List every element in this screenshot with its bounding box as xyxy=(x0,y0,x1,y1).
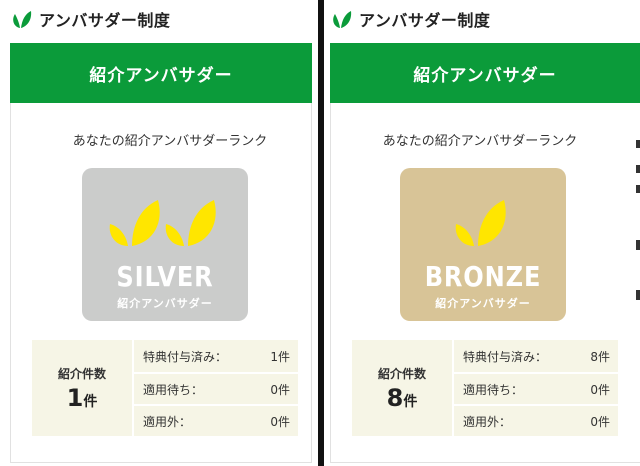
page-title: アンバサダー制度 xyxy=(39,11,171,30)
breakdown-label: 適用待ち： xyxy=(143,382,204,397)
referral-total-unit: 件 xyxy=(83,394,98,410)
referral-total-label: 紹介件数 xyxy=(377,367,426,381)
offscreen-content-fragment xyxy=(636,185,640,193)
badge-subtitle: 紹介アンバサダー xyxy=(435,297,531,310)
breakdown-value: 1件 xyxy=(270,349,290,364)
referral-total: 紹介件数 8件 xyxy=(352,340,452,436)
breakdown-value: 8件 xyxy=(590,349,610,364)
referral-total-value: 1 xyxy=(66,384,84,412)
page-title: アンバサダー制度 xyxy=(359,11,491,30)
referral-breakdown: 特典付与済み： 1件 適用待ち： 0件 適用外： 0件 xyxy=(134,340,298,436)
referral-stats: 紹介件数 8件 特典付与済み： 8件 適用待ち： 0件 適用外： 0件 xyxy=(352,340,618,436)
referral-total: 紹介件数 1件 xyxy=(32,340,132,436)
rank-heading: あなたの紹介アンバサダーランク xyxy=(382,134,578,149)
breakdown-row-pending: 適用待ち： 0件 xyxy=(134,372,298,404)
offscreen-content-fragment xyxy=(636,240,640,250)
double-leaf-mark-icon xyxy=(109,200,216,246)
leaf-icon xyxy=(333,11,352,28)
ambassador-banner: 紹介アンバサダー xyxy=(330,43,640,103)
breakdown-value: 0件 xyxy=(590,414,610,429)
breakdown-row-excluded: 適用外： 0件 xyxy=(454,404,618,436)
breakdown-label: 特典付与済み： xyxy=(143,349,228,364)
breakdown-label: 適用外： xyxy=(143,414,192,429)
breakdown-row-awarded: 特典付与済み： 1件 xyxy=(134,340,298,372)
ambassador-panel-bronze: アンバサダー制度 紹介アンバサダー あなたの紹介アンバサダーランク BRONZE… xyxy=(320,0,640,466)
badge-subtitle: 紹介アンバサダー xyxy=(117,297,213,310)
ambassador-banner: 紹介アンバサダー xyxy=(10,43,312,103)
offscreen-content-fragment xyxy=(636,165,640,173)
breakdown-value: 0件 xyxy=(590,382,610,397)
offscreen-content-fragment xyxy=(636,140,640,148)
referral-total-unit: 件 xyxy=(403,394,418,410)
breakdown-row-excluded: 適用外： 0件 xyxy=(134,404,298,436)
referral-stats: 紹介件数 1件 特典付与済み： 1件 適用待ち： 0件 適用外： 0件 xyxy=(32,340,298,436)
page-header: アンバサダー制度 xyxy=(330,7,490,31)
ambassador-panel-silver: アンバサダー制度 紹介アンバサダー あなたの紹介アンバサダーランク SILVER… xyxy=(0,0,320,466)
badge-rank-label: SILVER xyxy=(116,260,214,293)
page-header: アンバサダー制度 xyxy=(10,7,170,31)
breakdown-label: 特典付与済み： xyxy=(463,349,548,364)
rank-badge-silver: SILVER 紹介アンバサダー xyxy=(82,168,248,321)
breakdown-value: 0件 xyxy=(270,414,290,429)
breakdown-label: 適用待ち： xyxy=(463,382,524,397)
rank-heading: あなたの紹介アンバサダーランク xyxy=(72,134,268,149)
offscreen-content-fragment xyxy=(636,290,640,300)
breakdown-row-pending: 適用待ち： 0件 xyxy=(454,372,618,404)
banner-title: 紹介アンバサダー xyxy=(413,65,557,86)
referral-total-label: 紹介件数 xyxy=(57,367,106,381)
panel-divider xyxy=(318,0,324,466)
breakdown-label: 適用外： xyxy=(463,414,512,429)
referral-total-value: 8 xyxy=(386,384,404,412)
banner-title: 紹介アンバサダー xyxy=(89,65,233,86)
leaf-icon xyxy=(13,11,32,28)
breakdown-row-awarded: 特典付与済み： 8件 xyxy=(454,340,618,372)
breakdown-value: 0件 xyxy=(270,382,290,397)
single-leaf-mark-icon xyxy=(455,200,506,246)
referral-breakdown: 特典付与済み： 8件 適用待ち： 0件 適用外： 0件 xyxy=(454,340,618,436)
badge-rank-label: BRONZE xyxy=(424,260,542,293)
rank-badge-bronze: BRONZE 紹介アンバサダー xyxy=(400,168,566,321)
